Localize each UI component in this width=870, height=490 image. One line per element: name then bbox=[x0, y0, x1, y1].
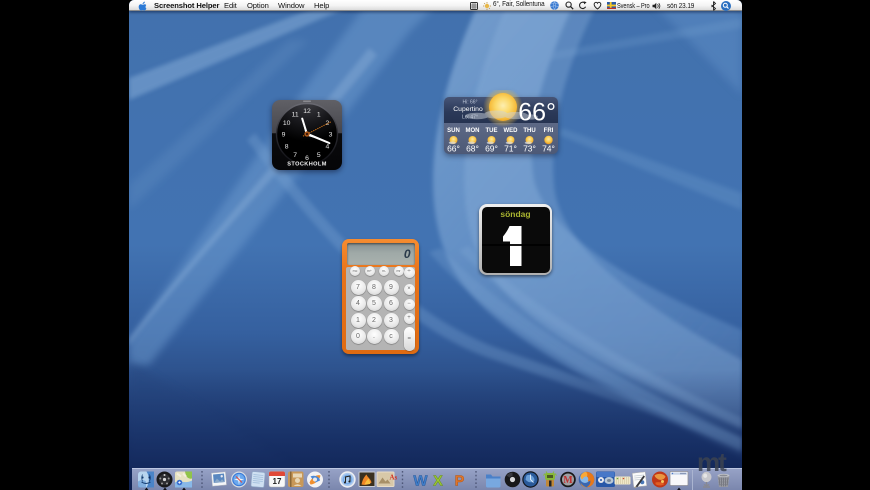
svg-text:4: 4 bbox=[326, 143, 330, 150]
svg-text:11: 11 bbox=[292, 111, 299, 118]
svg-text:3: 3 bbox=[329, 132, 333, 139]
svg-text:68°: 68° bbox=[466, 144, 479, 154]
svg-text:FRI: FRI bbox=[544, 128, 554, 134]
svg-text:P: P bbox=[455, 474, 465, 490]
svg-text:10: 10 bbox=[283, 120, 291, 127]
svg-text:THU: THU bbox=[523, 128, 535, 134]
svg-text:SUN: SUN bbox=[447, 128, 460, 134]
svg-text:MON: MON bbox=[466, 128, 480, 134]
svg-text:Hi: 66°: Hi: 66° bbox=[462, 100, 477, 106]
svg-text:73°: 73° bbox=[523, 144, 536, 154]
svg-text:71°: 71° bbox=[504, 144, 517, 154]
svg-text:66°: 66° bbox=[447, 144, 460, 154]
svg-text:X: X bbox=[433, 474, 443, 490]
svg-text:66°: 66° bbox=[518, 99, 556, 127]
svg-text:12: 12 bbox=[303, 108, 311, 115]
svg-text:WED: WED bbox=[504, 128, 519, 134]
svg-text:Lo: 47°: Lo: 47° bbox=[462, 115, 478, 121]
svg-text:W: W bbox=[413, 473, 428, 490]
svg-text:STOCKHOLM: STOCKHOLM bbox=[287, 161, 327, 167]
svg-text:M: M bbox=[563, 475, 573, 486]
svg-text:1: 1 bbox=[317, 111, 321, 118]
svg-text:8: 8 bbox=[285, 143, 289, 150]
svg-text:17: 17 bbox=[273, 477, 282, 486]
svg-text:TUE: TUE bbox=[486, 128, 498, 134]
svg-text:7: 7 bbox=[293, 152, 297, 159]
svg-text:9: 9 bbox=[282, 132, 286, 139]
svg-text:Cupertino: Cupertino bbox=[453, 106, 483, 113]
svg-text:69°: 69° bbox=[485, 144, 498, 154]
svg-text:74°: 74° bbox=[542, 144, 555, 154]
svg-text:As: As bbox=[390, 474, 398, 482]
svg-text:5: 5 bbox=[317, 152, 321, 159]
